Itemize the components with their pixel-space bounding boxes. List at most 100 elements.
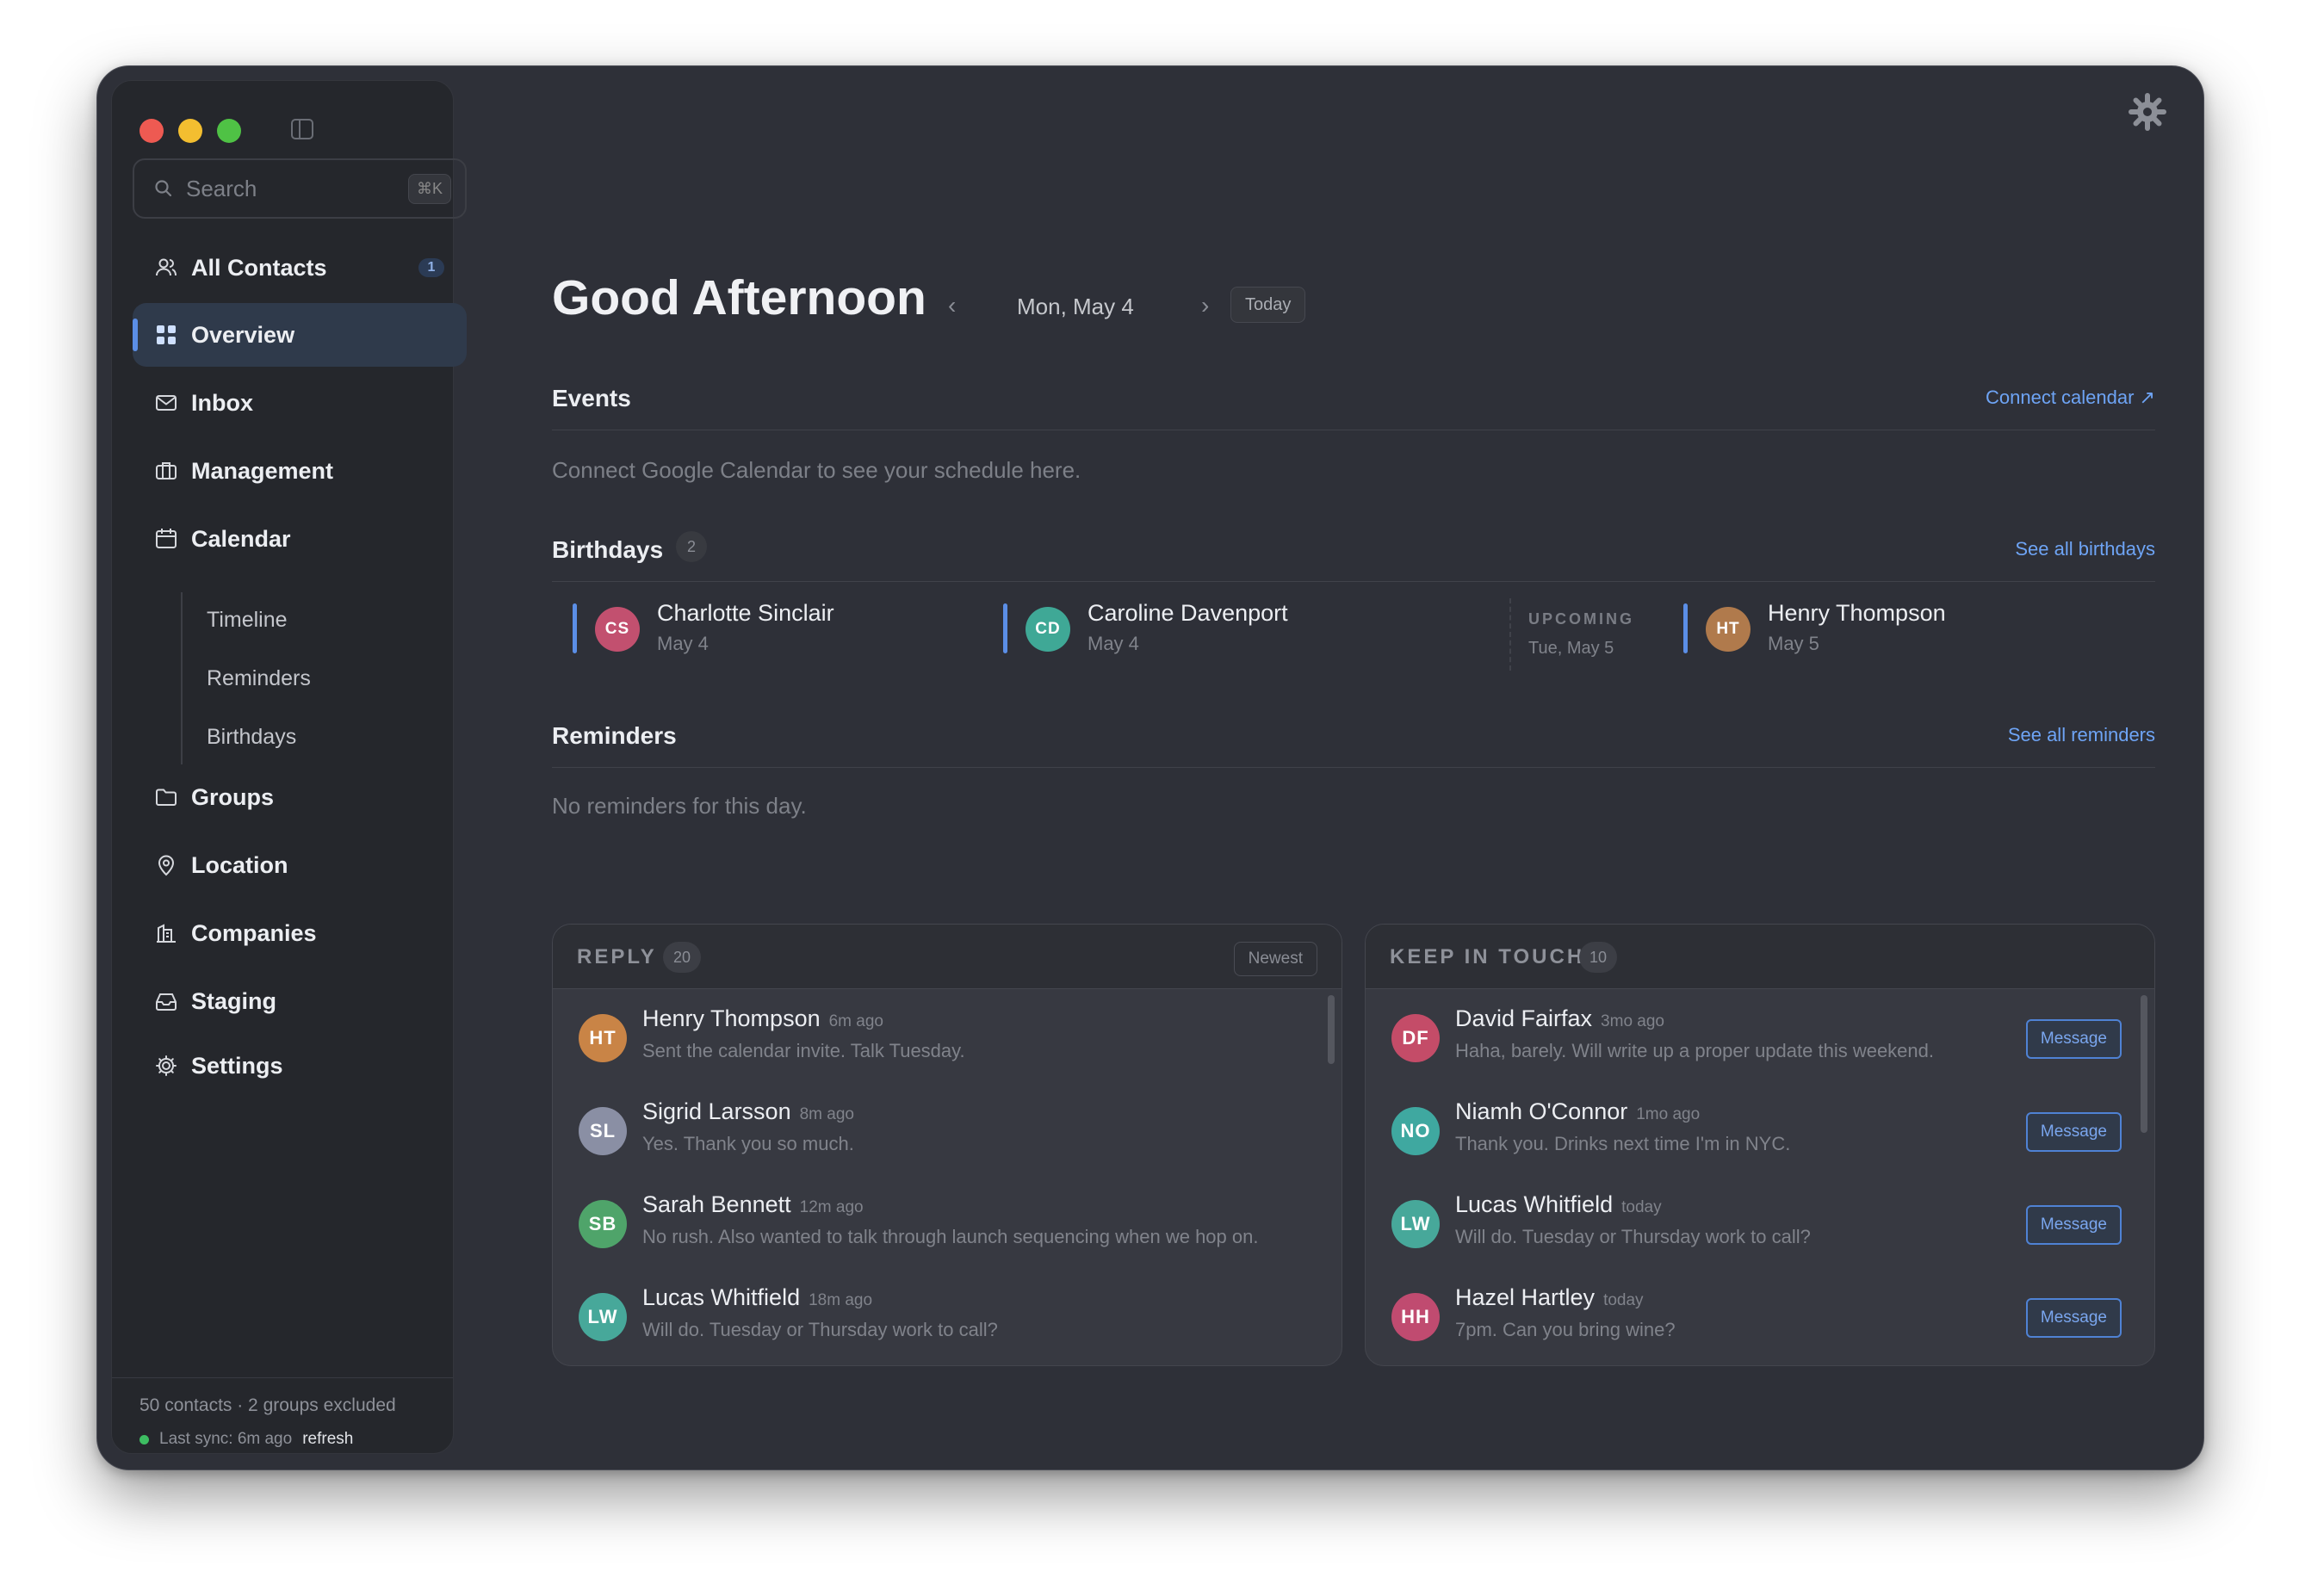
message-button[interactable]: Message (2025, 1205, 2122, 1245)
list-item[interactable]: HT Henry Thompson 6m ago Sent the calenda… (553, 988, 1342, 1081)
sidebar-footer: 50 contacts · 2 groups excluded Last syn… (112, 1377, 453, 1448)
message-button[interactable]: Message (2025, 1019, 2122, 1059)
subnav-divider (181, 592, 183, 764)
divider (552, 581, 2155, 582)
nav-calendar[interactable]: Calendar (133, 507, 467, 571)
avatar: NO (1391, 1107, 1440, 1155)
list-item[interactable]: HH Hazel Hartley today 7pm. Can you bring… (1366, 1267, 2154, 1360)
message-preview: Thank you. Drinks next time I'm in NYC. (1455, 1133, 1791, 1154)
birthday-date: May 4 (657, 633, 709, 654)
nav-label: Companies (191, 919, 317, 946)
contact-name: Niamh O'Connor 1mo ago (1455, 1098, 1700, 1125)
avatar: HT (1706, 607, 1751, 652)
timestamp: 1mo ago (1636, 1105, 1701, 1123)
contact-name-text: Niamh O'Connor (1455, 1098, 1628, 1124)
app-window: Search ⌘K All Contacts 1 Overview Inbox … (96, 65, 2204, 1470)
map-pin-icon (153, 852, 179, 878)
reply-panel: REPLY 20 Newest HT Henry Thompson 6m ago … (552, 924, 1342, 1366)
nav-groups[interactable]: Groups (133, 765, 467, 829)
subnav-timeline[interactable]: Timeline (207, 608, 288, 633)
list-item[interactable]: LW Lucas Whitfield 18m ago Will do. Tuesd… (553, 1267, 1342, 1360)
reply-panel-title: REPLY (577, 945, 657, 968)
contact-name: Lucas Whitfield 18m ago (642, 1284, 872, 1311)
birthday-name: Caroline Davenport (1088, 600, 1288, 626)
see-all-reminders-link[interactable]: See all reminders (2008, 724, 2155, 746)
sidebar: Search ⌘K All Contacts 1 Overview Inbox … (111, 80, 467, 1454)
avatar: CS (595, 607, 640, 652)
minimize-window-button[interactable] (178, 119, 202, 143)
folder-icon (153, 784, 179, 810)
nav-inbox[interactable]: Inbox (133, 371, 467, 435)
maximize-window-button[interactable] (217, 119, 241, 143)
contact-name-text: Hazel Hartley (1455, 1284, 1596, 1310)
keep-in-touch-header: KEEP IN TOUCH 10 (1366, 925, 2154, 989)
message-preview: 7pm. Can you bring wine? (1455, 1319, 1676, 1340)
see-all-birthdays-link[interactable]: See all birthdays (2015, 538, 2155, 560)
nav-overview[interactable]: Overview (133, 303, 467, 367)
list-item[interactable]: NO Niamh O'Connor 1mo ago Thank you. Drin… (1366, 1081, 2154, 1174)
timestamp: 3mo ago (1601, 1012, 1664, 1030)
nav-label: Calendar (191, 525, 291, 552)
close-window-button[interactable] (139, 119, 164, 143)
upcoming-date: Tue, May 5 (1528, 639, 1614, 658)
contact-name: Henry Thompson 6m ago (642, 1005, 883, 1032)
keep-in-touch-panel: KEEP IN TOUCH 10 DF David Fairfax 3mo ago… (1365, 924, 2155, 1366)
avatar: LW (1391, 1200, 1440, 1248)
sync-text: Last sync: 6m ago (159, 1430, 293, 1448)
search-placeholder: Search (186, 175, 257, 201)
inbox-tray-icon (153, 988, 179, 1014)
window-controls (139, 119, 241, 143)
nav-all-contacts[interactable]: All Contacts 1 (133, 236, 467, 300)
contact-name-text: Henry Thompson (642, 1005, 821, 1031)
nav-settings[interactable]: Settings (133, 1034, 467, 1098)
reply-panel-header: REPLY 20 Newest (553, 925, 1342, 989)
contacts-summary: 50 contacts · 2 groups excluded (139, 1395, 396, 1415)
settings-gear-icon[interactable] (2128, 92, 2167, 132)
message-preview: Sent the calendar invite. Talk Tuesday. (642, 1040, 965, 1061)
next-day-button[interactable]: › (1201, 292, 1209, 319)
reminders-empty-text: No reminders for this day. (552, 793, 807, 819)
upcoming-group: UPCOMING Tue, May 5 (1509, 598, 1634, 671)
nav-label: Staging (191, 987, 276, 1014)
search-input[interactable]: Search ⌘K (133, 158, 467, 219)
upcoming-label: UPCOMING (1528, 610, 1634, 628)
birthday-accent (573, 603, 577, 653)
list-item[interactable]: DF David Fairfax 3mo ago Haha, barely. Wi… (1366, 988, 2154, 1081)
timestamp: 6m ago (828, 1012, 883, 1030)
gear-icon (153, 1053, 179, 1079)
birthday-accent (1683, 603, 1688, 653)
message-button[interactable]: Message (2025, 1112, 2122, 1152)
avatar: DF (1391, 1014, 1440, 1062)
nav-label: Groups (191, 783, 275, 810)
nav-location[interactable]: Location (133, 833, 467, 897)
subnav-reminders[interactable]: Reminders (207, 666, 311, 691)
message-button[interactable]: Message (2025, 1298, 2122, 1338)
today-button[interactable]: Today (1230, 287, 1306, 323)
contact-name-text: David Fairfax (1455, 1005, 1593, 1031)
list-item[interactable]: LW Lucas Whitfield today Will do. Tuesday… (1366, 1174, 2154, 1267)
sidebar-toggle-icon[interactable] (291, 119, 313, 139)
search-shortcut: ⌘K (407, 173, 451, 204)
previous-day-button[interactable]: ‹ (948, 292, 956, 319)
grid-icon (153, 322, 179, 348)
birthdays-count-badge: 2 (676, 531, 707, 562)
contact-name: Sarah Bennett 12m ago (642, 1191, 864, 1218)
reply-count-badge: 20 (663, 942, 702, 973)
timestamp: today (1603, 1291, 1644, 1309)
avatar: LW (579, 1293, 627, 1341)
birthday-date: May 5 (1768, 633, 1819, 654)
reminders-heading: Reminders (552, 722, 677, 749)
nav-staging[interactable]: Staging (133, 969, 467, 1033)
refresh-link[interactable]: refresh (302, 1430, 353, 1449)
nav-label: Inbox (191, 389, 253, 416)
contact-name: Lucas Whitfield today (1455, 1191, 1662, 1218)
current-date: Mon, May 4 (1017, 294, 1134, 319)
list-item[interactable]: SL Sigrid Larsson 8m ago Yes. Thank you s… (553, 1081, 1342, 1174)
subnav-birthdays[interactable]: Birthdays (207, 725, 296, 750)
connect-calendar-link[interactable]: Connect calendar ↗ (1986, 387, 2155, 409)
message-preview: No rush. Also wanted to talk through lau… (642, 1226, 1259, 1247)
nav-companies[interactable]: Companies (133, 901, 467, 965)
nav-management[interactable]: Management (133, 439, 467, 503)
list-item[interactable]: SB Sarah Bennett 12m ago No rush. Also wa… (553, 1174, 1342, 1267)
sort-button[interactable]: Newest (1233, 942, 1317, 976)
